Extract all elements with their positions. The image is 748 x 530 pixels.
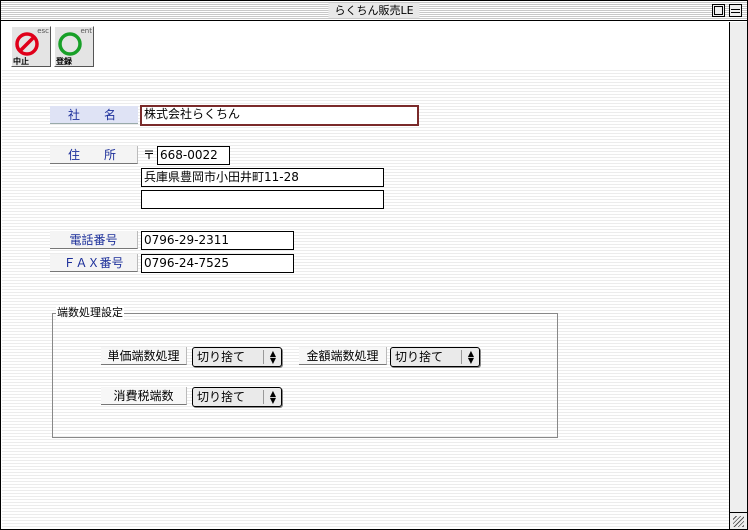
- address-line1-field[interactable]: 兵庫県豊岡市小田井町11-28: [141, 168, 384, 187]
- postal-code-field[interactable]: 668-0022: [157, 146, 230, 165]
- register-button[interactable]: ent 登録: [54, 26, 94, 67]
- zoom-box-icon[interactable]: [712, 4, 725, 17]
- title-bar[interactable]: らくちん販売LE: [1, 1, 747, 21]
- circle-ok-icon: [58, 32, 82, 56]
- collapse-box-icon[interactable]: [729, 4, 742, 17]
- phone-label: 電話番号: [50, 231, 138, 249]
- unit-price-rounding-select[interactable]: 切り捨て ▲ ▼: [192, 347, 282, 367]
- unit-price-rounding-label: 単価端数処理: [101, 347, 187, 365]
- fax-label: ＦＡＸ番号: [50, 254, 138, 272]
- form-area: 社 名 株式会社らくちん 住 所 〒 668-0022 兵庫県豊岡市小田井町11…: [2, 68, 729, 529]
- tax-rounding-value: 切り捨て: [197, 390, 246, 404]
- phone-field[interactable]: 0796-29-2311: [141, 231, 294, 250]
- cancel-label: 中止: [13, 57, 29, 66]
- register-label: 登録: [56, 57, 72, 66]
- resize-grip-icon[interactable]: [729, 512, 747, 529]
- amount-rounding-select[interactable]: 切り捨て ▲ ▼: [390, 347, 480, 367]
- updown-arrow-icon: ▲ ▼: [269, 349, 277, 365]
- prohibit-icon: [15, 32, 39, 56]
- select-separator: [263, 390, 264, 404]
- window-title: らくちん販売LE: [328, 3, 420, 18]
- updown-arrow-icon: ▲ ▼: [467, 349, 475, 365]
- amount-rounding-value: 切り捨て: [395, 350, 444, 364]
- tax-rounding-label: 消費税端数: [101, 387, 187, 405]
- rounding-group-title: 端数処理設定: [56, 306, 124, 320]
- amount-rounding-label: 金額端数処理: [299, 347, 387, 365]
- address-line2-field[interactable]: [141, 190, 384, 209]
- select-separator: [461, 350, 462, 364]
- updown-arrow-icon: ▲ ▼: [269, 389, 277, 405]
- select-separator: [263, 350, 264, 364]
- company-label: 社 名: [50, 106, 138, 124]
- main-window: らくちん販売LE esc 中止 ent 登録 社 名 株式会社らくちん 住 所 …: [0, 0, 748, 530]
- fax-field[interactable]: 0796-24-7525: [141, 254, 294, 273]
- company-name-field[interactable]: 株式会社らくちん: [140, 105, 419, 126]
- cancel-button[interactable]: esc 中止: [11, 26, 51, 67]
- tax-rounding-select[interactable]: 切り捨て ▲ ▼: [192, 387, 282, 407]
- postal-mark: 〒: [143, 148, 156, 162]
- unit-price-rounding-value: 切り捨て: [197, 350, 246, 364]
- toolbar: esc 中止 ent 登録: [1, 22, 747, 68]
- rounding-settings-group: [52, 313, 558, 438]
- vertical-scrollbar[interactable]: [729, 22, 747, 512]
- address-label: 住 所: [50, 146, 138, 164]
